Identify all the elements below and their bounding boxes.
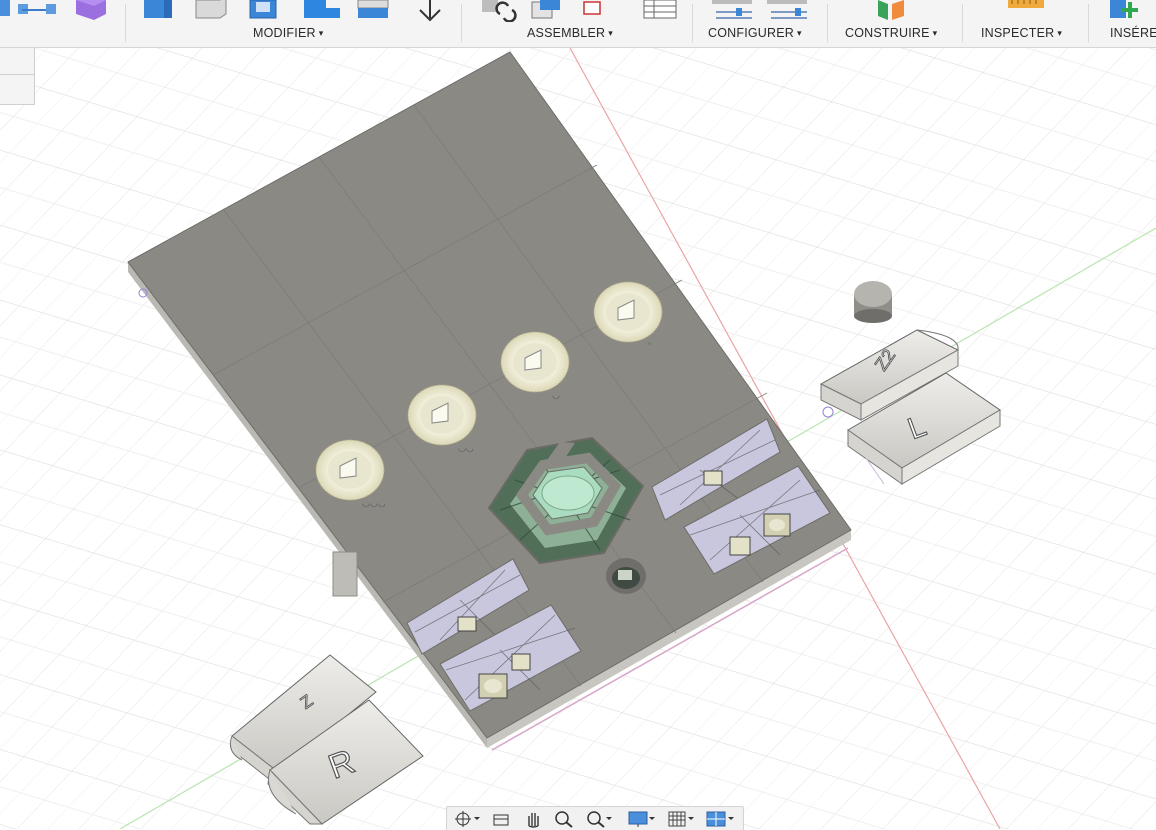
menu-assembler[interactable]: ASSEMBLER ▾ xyxy=(527,26,613,40)
zoom-window-icon[interactable] xyxy=(585,810,615,828)
offset-plane-icon[interactable] xyxy=(874,0,914,22)
table-icon[interactable] xyxy=(640,0,680,22)
toolbar-separator xyxy=(1088,4,1089,42)
plate-connector-stub xyxy=(332,551,358,597)
small-screw-hole[interactable] xyxy=(606,558,646,594)
navigation-bar xyxy=(446,806,744,830)
fillet-icon[interactable] xyxy=(192,0,232,22)
menu-configurer[interactable]: CONFIGURER ▾ xyxy=(708,26,802,40)
menu-inserer[interactable]: INSÉRE xyxy=(1110,26,1156,40)
browser-panel-toggle[interactable] xyxy=(0,44,35,75)
chevron-down-icon: ▾ xyxy=(318,28,324,38)
svg-text:◦: ◦ xyxy=(648,339,651,348)
chevron-down-icon: ▾ xyxy=(608,28,613,38)
menu-assembler-label: ASSEMBLER xyxy=(527,26,606,40)
move-copy-icon[interactable] xyxy=(410,0,450,22)
toolbar-separator xyxy=(461,4,462,42)
3d-viewport[interactable]: ◡◡◡ ◡◡ ◡ ◦ Z2 L Z R xyxy=(0,48,1156,829)
joint-icon[interactable] xyxy=(480,0,520,22)
zoom-icon[interactable] xyxy=(553,810,575,828)
draft-icon[interactable] xyxy=(354,0,394,22)
display-settings-icon[interactable] xyxy=(627,810,657,828)
menu-modifier-label: MODIFIER xyxy=(253,26,316,40)
viewports-icon[interactable] xyxy=(705,810,737,828)
stick-cap[interactable] xyxy=(854,281,892,323)
toolbar-separator xyxy=(692,4,693,42)
toolbar-separator xyxy=(962,4,963,42)
svg-text:◡◡: ◡◡ xyxy=(458,443,474,453)
look-at-icon[interactable] xyxy=(491,810,511,828)
grid-settings-icon[interactable] xyxy=(667,810,697,828)
configure-table-icon[interactable] xyxy=(765,0,811,22)
ribbon-toolbar: MODIFIER ▾ ASSEMBLER ▾ CONFIGURER ▾ CONS… xyxy=(0,0,1156,48)
as-built-joint-icon[interactable] xyxy=(580,0,610,22)
menu-configurer-label: CONFIGURER xyxy=(708,26,795,40)
insert-icon[interactable] xyxy=(1108,0,1148,22)
menu-inspecter-label: INSPECTER xyxy=(981,26,1055,40)
toolbar-separator xyxy=(827,4,828,42)
menu-construire-label: CONSTRUIRE xyxy=(845,26,930,40)
toolbar-separator xyxy=(125,4,126,42)
menu-construire[interactable]: CONSTRUIRE ▾ xyxy=(845,26,937,40)
menu-modifier[interactable]: MODIFIER ▾ xyxy=(253,26,323,40)
pan-icon[interactable] xyxy=(523,810,545,828)
svg-text:◡: ◡ xyxy=(552,390,560,400)
shell-icon[interactable] xyxy=(300,0,344,22)
parameters-icon[interactable] xyxy=(710,0,756,22)
sketch-line-icon[interactable] xyxy=(0,0,60,24)
press-pull-icon[interactable] xyxy=(140,0,176,22)
svg-text:◡◡◡: ◡◡◡ xyxy=(362,498,386,508)
menu-inspecter[interactable]: INSPECTER ▾ xyxy=(981,26,1062,40)
chevron-down-icon: ▾ xyxy=(1057,28,1063,38)
chevron-down-icon: ▾ xyxy=(932,28,938,38)
chevron-down-icon: ▾ xyxy=(797,28,802,38)
form-box-icon[interactable] xyxy=(72,0,112,22)
measure-icon[interactable] xyxy=(1006,0,1046,14)
new-component-icon[interactable] xyxy=(530,0,566,22)
browser-panel-toggle-2[interactable] xyxy=(0,74,35,105)
orbit-icon[interactable] xyxy=(453,810,481,828)
chamfer-icon[interactable] xyxy=(246,0,286,22)
menu-inserer-label: INSÉRE xyxy=(1110,26,1156,40)
